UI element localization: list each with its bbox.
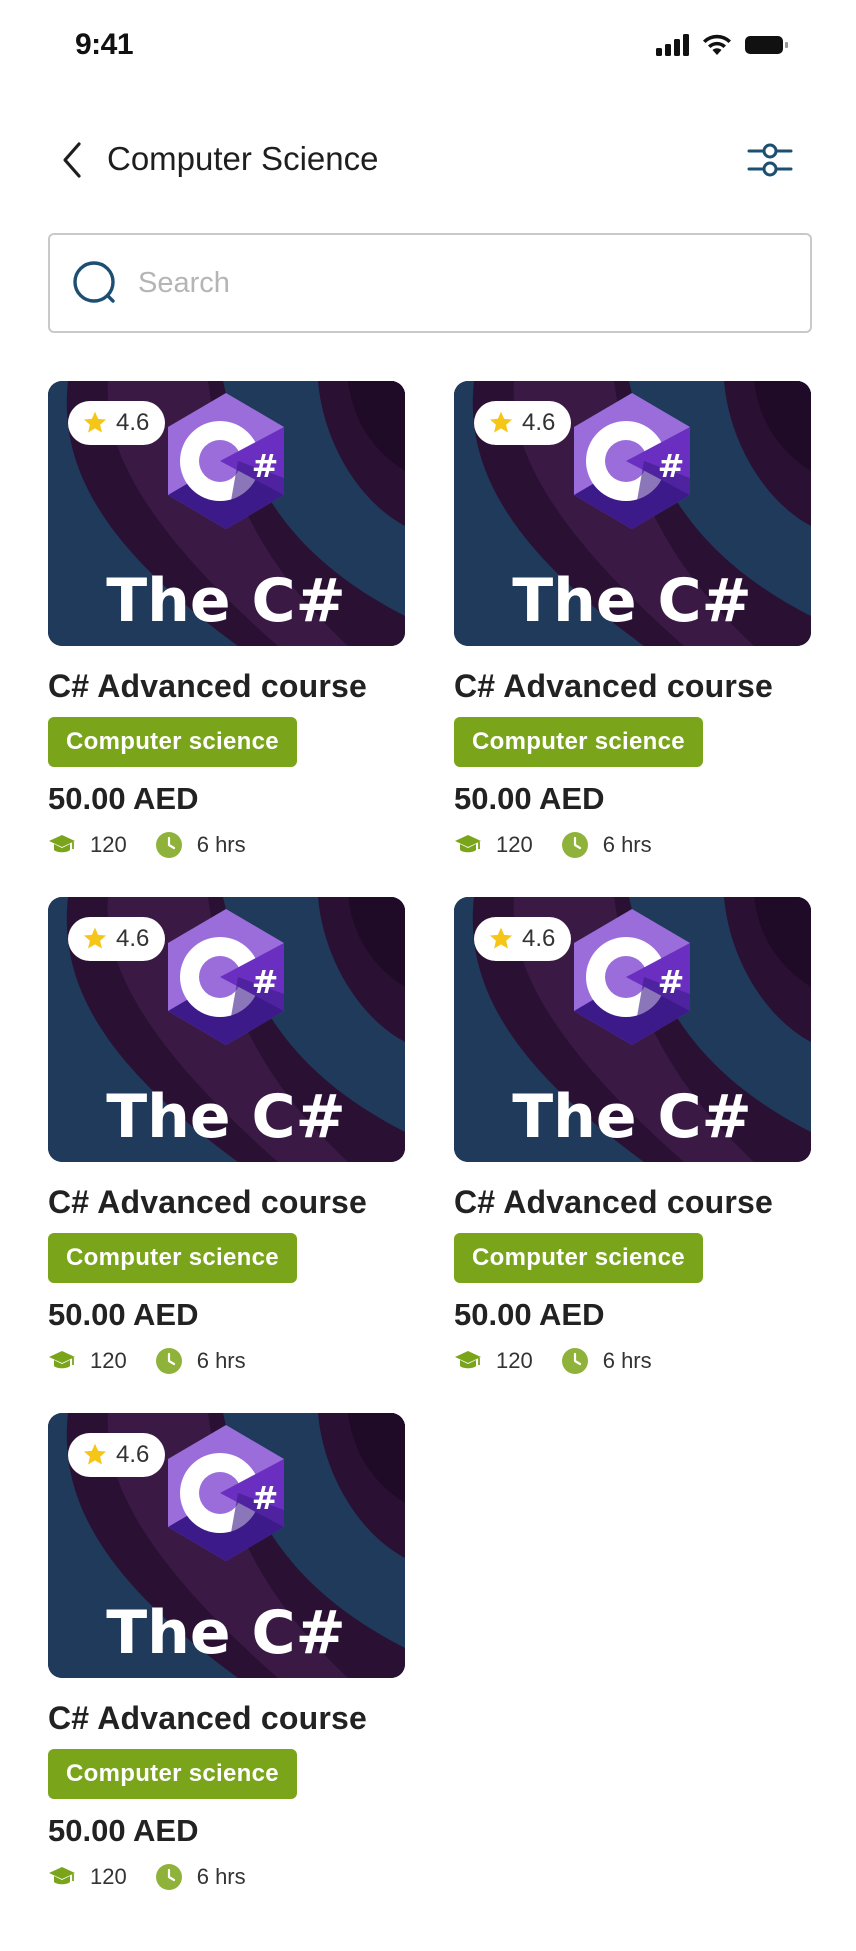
rating-badge: 4.6 <box>68 401 166 445</box>
course-meta: 120 6 hrs <box>48 831 405 859</box>
rating-badge: 4.6 <box>68 1433 166 1477</box>
rating-value: 4.6 <box>116 409 150 436</box>
graduation-cap-icon <box>49 1351 75 1369</box>
course-price: 50.00 AED <box>454 1297 605 1332</box>
filter-button[interactable] <box>746 136 794 184</box>
course-card[interactable]: # The C# 4.6 C# Advanced course Computer… <box>48 381 405 863</box>
status-bar: 9:41 <box>0 0 856 92</box>
status-icons <box>656 34 790 56</box>
course-thumbnail: # The C# 4.6 <box>48 381 405 646</box>
category-badge: Computer science <box>48 1749 297 1799</box>
cover-text: The C# <box>106 1598 346 1668</box>
search-bar[interactable] <box>48 233 812 333</box>
course-price: 50.00 AED <box>454 781 605 816</box>
star-icon <box>83 1443 107 1465</box>
course-price: 50.00 AED <box>48 1297 199 1332</box>
rating-badge: 4.6 <box>68 917 166 961</box>
course-title: C# Advanced course <box>454 1184 773 1220</box>
course-card[interactable]: # The C# 4.6 C# Advanced course Computer… <box>454 381 811 863</box>
course-thumbnail: # The C# 4.6 <box>454 381 811 646</box>
course-meta: 120 6 hrs <box>454 1347 811 1375</box>
course-title: C# Advanced course <box>454 668 773 704</box>
status-time: 9:41 <box>75 28 134 61</box>
course-meta: 120 6 hrs <box>454 831 811 859</box>
course-title: C# Advanced course <box>48 1700 367 1736</box>
svg-text:#: # <box>252 963 279 1001</box>
clock-icon <box>561 832 588 858</box>
course-duration: 6 hrs <box>196 1864 246 1889</box>
course-price: 50.00 AED <box>48 781 199 816</box>
course-thumbnail: # The C# 4.6 <box>48 1413 405 1678</box>
category-badge: Computer science <box>48 1233 297 1283</box>
course-price: 50.00 AED <box>48 1813 199 1848</box>
header: Computer Science <box>0 120 856 200</box>
search-input[interactable] <box>138 266 810 300</box>
star-icon <box>489 411 513 433</box>
course-meta: 120 6 hrs <box>48 1347 405 1375</box>
cover-text: The C# <box>106 1082 346 1152</box>
clock-icon <box>155 832 182 858</box>
svg-text:#: # <box>658 963 685 1001</box>
graduation-cap-icon <box>49 1867 75 1885</box>
star-icon <box>83 927 107 949</box>
battery-icon <box>745 36 788 54</box>
page-title: Computer Science <box>107 140 379 177</box>
cellular-signal-icon <box>656 34 689 56</box>
course-thumbnail: # The C# 4.6 <box>454 897 811 1162</box>
students-count: 120 <box>90 832 127 857</box>
students-count: 120 <box>90 1348 127 1373</box>
category-badge: Computer science <box>454 1233 703 1283</box>
chevron-left-icon <box>63 142 81 178</box>
svg-text:#: # <box>252 1479 279 1517</box>
course-thumbnail: # The C# 4.6 <box>48 897 405 1162</box>
rating-value: 4.6 <box>116 925 150 952</box>
course-card[interactable]: # The C# 4.6 C# Advanced course Computer… <box>48 897 405 1379</box>
svg-text:#: # <box>252 447 279 485</box>
students-count: 120 <box>496 832 533 857</box>
course-meta: 120 6 hrs <box>48 1863 405 1891</box>
clock-icon <box>561 1348 588 1374</box>
students-count: 120 <box>90 1864 127 1889</box>
category-badge: Computer science <box>454 717 703 767</box>
rating-value: 4.6 <box>522 925 556 952</box>
sliders-icon <box>747 143 793 177</box>
students-count: 120 <box>496 1348 533 1373</box>
course-duration: 6 hrs <box>196 832 246 857</box>
graduation-cap-icon <box>49 835 75 853</box>
svg-text:#: # <box>658 447 685 485</box>
course-title: C# Advanced course <box>48 1184 367 1220</box>
cover-text: The C# <box>512 1082 752 1152</box>
course-grid: # The C# 4.6 C# Advanced course Computer… <box>48 381 812 1895</box>
cover-text: The C# <box>106 566 346 636</box>
graduation-cap-icon <box>455 1351 481 1369</box>
rating-badge: 4.6 <box>474 401 572 445</box>
category-badge: Computer science <box>48 717 297 767</box>
rating-value: 4.6 <box>522 409 556 436</box>
course-title: C# Advanced course <box>48 668 367 704</box>
back-button[interactable] <box>52 140 92 180</box>
clock-icon <box>155 1348 182 1374</box>
search-icon <box>73 261 115 303</box>
rating-value: 4.6 <box>116 1441 150 1468</box>
cover-text: The C# <box>512 566 752 636</box>
clock-icon <box>155 1864 182 1890</box>
course-card[interactable]: # The C# 4.6 C# Advanced course Computer… <box>48 1413 405 1895</box>
course-card[interactable]: # The C# 4.6 C# Advanced course Computer… <box>454 897 811 1379</box>
star-icon <box>83 411 107 433</box>
star-icon <box>489 927 513 949</box>
course-duration: 6 hrs <box>602 1348 652 1373</box>
graduation-cap-icon <box>455 835 481 853</box>
rating-badge: 4.6 <box>474 917 572 961</box>
course-duration: 6 hrs <box>602 832 652 857</box>
wifi-icon <box>703 34 731 55</box>
course-duration: 6 hrs <box>196 1348 246 1373</box>
